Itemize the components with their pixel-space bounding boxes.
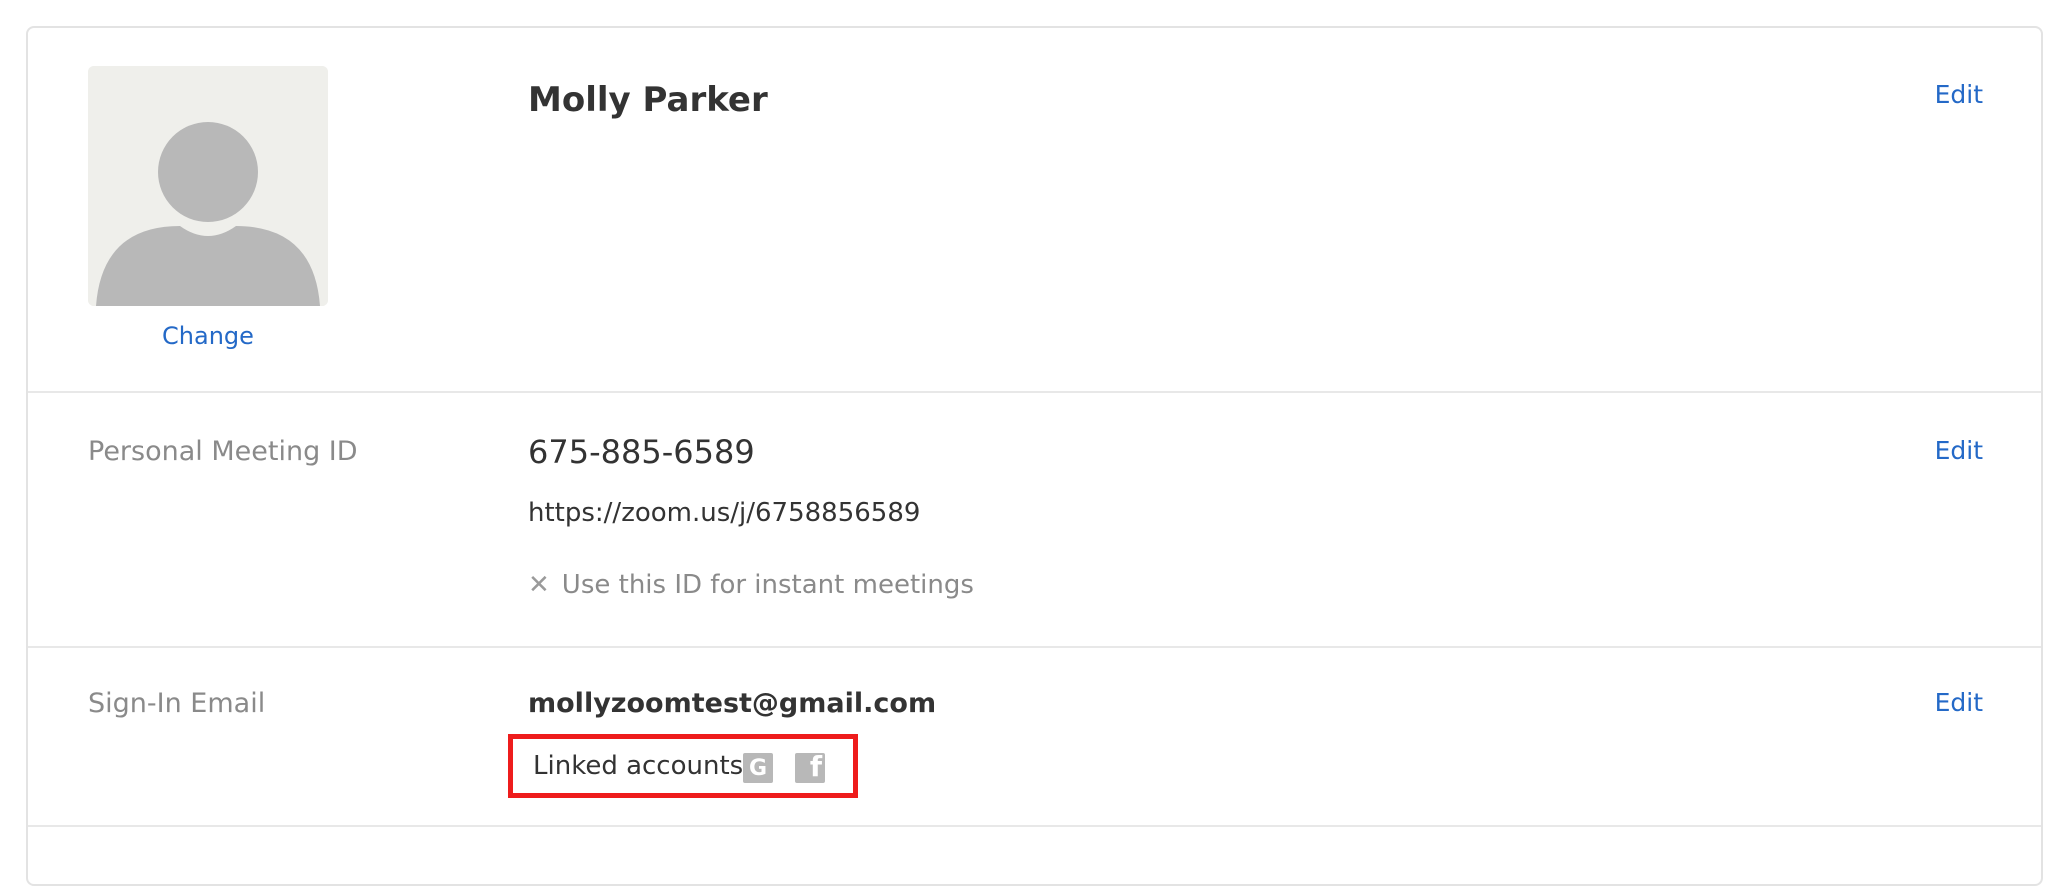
section-divider [28, 391, 2041, 393]
facebook-icon: f [795, 753, 825, 783]
user-name: Molly Parker [528, 80, 768, 120]
meeting-id-value: 675-885-6589 [528, 433, 755, 471]
avatar-placeholder-icon [88, 66, 328, 306]
section-divider [28, 646, 2041, 648]
signin-email-label: Sign-In Email [88, 688, 266, 719]
section-divider [28, 825, 2041, 827]
avatar [88, 66, 328, 306]
edit-signin-email-link[interactable]: Edit [1935, 688, 1983, 717]
edit-profile-link[interactable]: Edit [1935, 80, 1983, 109]
change-photo-link[interactable]: Change [88, 322, 328, 350]
linked-accounts-label: Linked accounts: [533, 751, 752, 781]
meeting-id-label: Personal Meeting ID [88, 436, 358, 467]
instant-meeting-option[interactable]: ✕ Use this ID for instant meetings [528, 570, 974, 600]
linked-accounts-highlight: Linked accounts: G f [508, 734, 858, 798]
edit-meeting-id-link[interactable]: Edit [1935, 436, 1983, 465]
profile-card: Change Molly Parker Edit Personal Meetin… [26, 26, 2043, 886]
close-icon: ✕ [528, 570, 550, 600]
signin-email-value: mollyzoomtest@gmail.com [528, 688, 937, 719]
instant-meeting-text: Use this ID for instant meetings [561, 570, 974, 600]
meeting-url: https://zoom.us/j/6758856589 [528, 498, 921, 528]
google-icon: G [743, 753, 773, 783]
